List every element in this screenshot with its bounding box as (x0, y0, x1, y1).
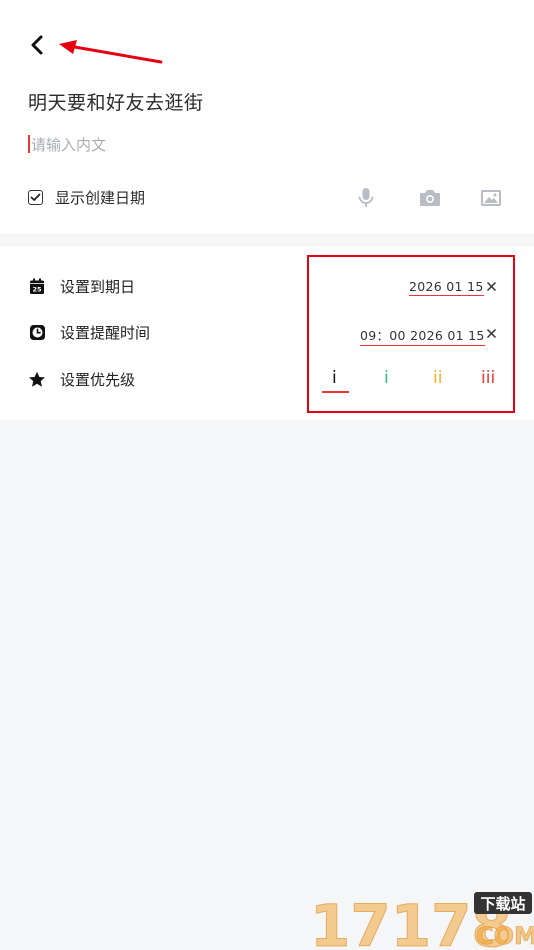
back-button[interactable] (22, 28, 52, 62)
microphone-icon (358, 188, 374, 207)
priority-label: 设置优先级 (60, 370, 136, 389)
note-editor-card: 明天要和好友去逛街 请输入内文 显示创建日期 (0, 0, 534, 234)
insert-image-button[interactable] (479, 186, 503, 210)
note-body-placeholder: 请输入内文 (31, 135, 107, 154)
note-title[interactable]: 明天要和好友去逛街 (28, 88, 204, 115)
image-icon (481, 190, 501, 206)
watermark-suffix: COM (476, 922, 534, 950)
clock-icon (28, 323, 46, 341)
check-icon (30, 193, 41, 201)
show-created-date-checkbox[interactable] (28, 190, 43, 205)
reminder-label: 设置提醒时间 (60, 323, 151, 342)
site-watermark-logo: 17178 下载站 COM (310, 892, 534, 950)
note-editor-screen: 明天要和好友去逛街 请输入内文 显示创建日期 25 设置到期日 设置提醒时间 设… (0, 0, 534, 950)
annotation-arrow (59, 40, 163, 64)
setting-due-date[interactable]: 25 设置到期日 (28, 273, 135, 299)
star-icon (28, 370, 46, 388)
camera-icon (420, 190, 440, 206)
due-date-label: 设置到期日 (60, 277, 136, 296)
voice-input-button[interactable] (354, 186, 378, 210)
show-created-date-label: 显示创建日期 (55, 189, 146, 207)
chevron-left-icon (31, 35, 43, 55)
note-body-input[interactable]: 请输入内文 (28, 133, 328, 155)
calendar-icon: 25 (28, 277, 46, 295)
watermark-tag: 下载站 (480, 895, 525, 913)
camera-button[interactable] (418, 186, 442, 210)
annotation-highlight-box (307, 255, 515, 413)
show-created-date-toggle[interactable]: 显示创建日期 (28, 187, 145, 208)
calendar-day-number: 25 (32, 285, 42, 293)
text-caret (28, 135, 30, 153)
setting-priority[interactable]: 设置优先级 (28, 366, 135, 392)
setting-reminder[interactable]: 设置提醒时间 (28, 319, 150, 345)
